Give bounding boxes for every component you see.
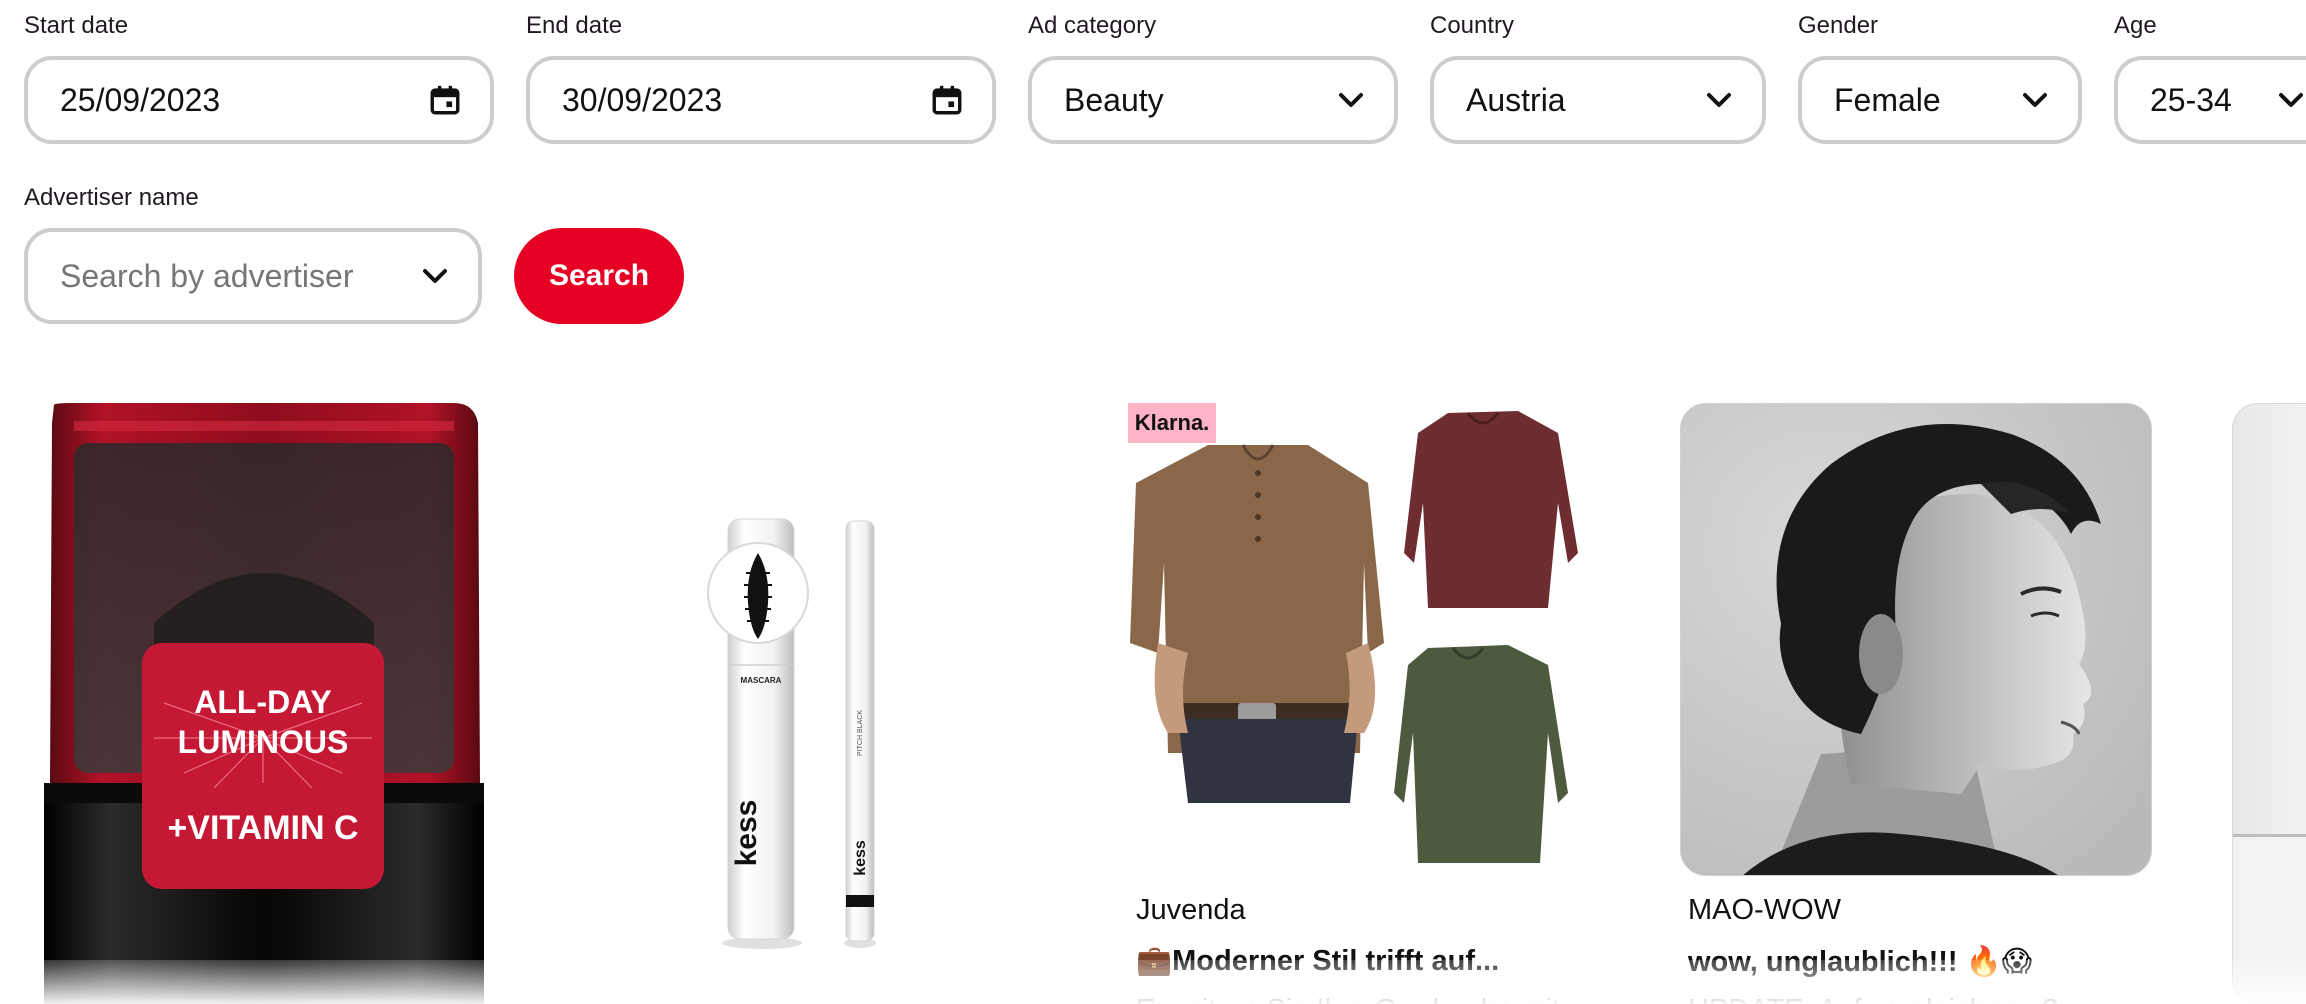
gender-select[interactable]: Female — [1798, 56, 2082, 144]
country-select[interactable]: Austria — [1430, 56, 1766, 144]
ad-card[interactable] — [1680, 403, 2152, 876]
start-date-field[interactable]: 25/09/2023 — [24, 56, 494, 144]
start-date-value: 25/09/2023 — [60, 81, 221, 118]
ad-headline: wow, unglaublich!!! 🔥😱 — [1688, 946, 2032, 978]
ad-headline: 💼Moderner Stil trifft auf... — [1136, 945, 1500, 977]
mascara-text: MASCARA — [741, 676, 782, 685]
ad-category-value: Beauty — [1064, 81, 1164, 118]
ad-category-select[interactable]: Beauty — [1028, 56, 1398, 144]
label-line-3: +VITAMIN C — [167, 809, 358, 847]
country-value: Austria — [1466, 81, 1566, 118]
ad-description: Erweitern Sie Ihre Garderobe mit — [1136, 994, 1560, 1004]
chevron-down-icon — [1339, 93, 1363, 107]
henley-shirts-image: Klarna. — [1128, 403, 1600, 876]
end-date-label: End date — [526, 12, 623, 39]
ad-card[interactable]: MASCARA kess PITCH BLACK kess — [556, 403, 1036, 1004]
end-date-value: 30/09/2023 — [562, 81, 723, 118]
ad-category-label: Ad category — [1028, 12, 1157, 39]
calendar-icon[interactable] — [930, 83, 964, 117]
age-value: 25-34 — [2150, 81, 2232, 118]
gender-value: Female — [1834, 81, 1941, 118]
pitch-black-text: PITCH BLACK — [857, 710, 864, 756]
end-date-field[interactable]: 30/09/2023 — [526, 56, 996, 144]
advertiser-name: MAO-WOW — [1688, 894, 1842, 926]
search-button[interactable]: Search — [514, 228, 684, 324]
ad-card[interactable]: Klarna. — [1128, 403, 1600, 876]
chevron-down-icon — [1707, 93, 1731, 107]
country-label: Country — [1430, 12, 1515, 39]
advertiser-name-label: Advertiser name — [24, 184, 199, 211]
woman-profile-portrait — [1680, 403, 2152, 876]
serum-bottle-image: ALL-DAY LUMINOUS +VITAMIN C — [44, 403, 484, 1004]
gender-label: Gender — [1798, 12, 1879, 39]
advertiser-name: Juvenda — [1136, 894, 1246, 926]
advertiser-search-field[interactable]: Search by advertiser — [24, 228, 482, 324]
ad-library-page: Start date 25/09/2023 End date 30/09/202… — [0, 0, 2306, 1004]
chevron-down-icon — [2023, 93, 2047, 107]
age-label: Age — [2114, 12, 2157, 39]
kess-logo-mascara: kess — [730, 800, 763, 867]
advertiser-search-placeholder: Search by advertiser — [60, 257, 354, 294]
klarna-badge: Klarna. — [1128, 403, 1216, 443]
kess-logo-liner: kess — [852, 840, 869, 876]
chevron-down-icon — [423, 269, 447, 283]
label-line-2: LUMINOUS — [178, 724, 349, 760]
ad-card[interactable]: ALL-DAY LUMINOUS +VITAMIN C — [44, 403, 484, 1004]
chevron-down-icon — [2279, 93, 2303, 107]
mascara-eyeliner-image: MASCARA kess PITCH BLACK kess — [556, 403, 1036, 1004]
age-select[interactable]: 25-34 — [2114, 56, 2306, 144]
partial-product-image — [2232, 403, 2306, 1004]
start-date-label: Start date — [24, 12, 129, 39]
ad-description: UPDATE: Auf vergleichen...? — [1688, 994, 2058, 1004]
label-line-1: ALL-DAY — [194, 684, 331, 720]
calendar-icon[interactable] — [428, 83, 462, 117]
ad-card[interactable] — [2232, 403, 2306, 1004]
